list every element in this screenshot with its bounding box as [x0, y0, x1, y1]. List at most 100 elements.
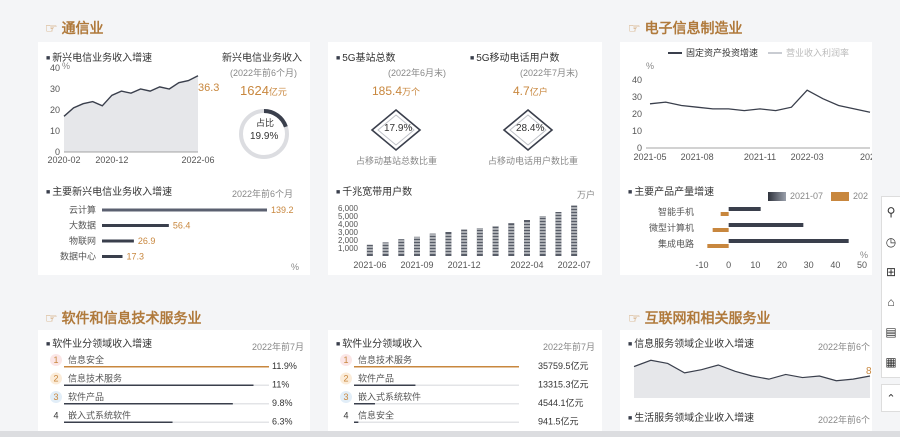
electronics-prod-chart: 智能手机微型计算机集成电路 -10 0 10 20 30 40 50: [649, 206, 867, 270]
area-fill: [64, 75, 198, 152]
telecom-growth-chart: 0102030402020-02 2020-12 2022-06: [47, 63, 214, 165]
software-income-rank: 1 信息技术服务 35759.5亿元 2 软件产品 13315.3亿元 3 嵌入式系统软件 45…: [340, 354, 589, 427]
software-growth-rank: 1 信息安全 11.9% 2 信息技术服务 11% 3 软件产品 9.8% 4 嵌入式系统软件 6.3…: [50, 354, 297, 427]
home-icon[interactable]: ⌂: [882, 287, 900, 317]
telecom-growth-end-label: 36.3: [198, 82, 220, 94]
rank-number: 1: [53, 355, 58, 365]
user-icon[interactable]: ⚲: [882, 197, 900, 227]
x-tick-label: 2022-06: [181, 155, 214, 165]
x-tick-label: 30: [804, 260, 814, 270]
rank-value-label: 13315.3亿元: [538, 379, 589, 390]
x-tick-label: 2022-03: [791, 152, 824, 162]
station-caption: 占移动基站总数比重: [356, 156, 438, 166]
internet-life-title: 生活服务领域企业收入增速: [628, 409, 754, 424]
y-tick-label: 10: [632, 126, 642, 136]
telecom-main-title: 主要新兴电信业务收入增速: [46, 183, 172, 198]
bar: [555, 212, 562, 256]
x-tick-label: 2020-02: [47, 155, 80, 165]
bar: [102, 224, 169, 227]
chevron-up-icon[interactable]: ⌃: [881, 384, 900, 412]
bar-value-label: 26.9: [138, 236, 156, 246]
telecom-main-period: 2022年前6个月: [232, 189, 294, 199]
rank-category-label: 软件产品: [68, 391, 104, 402]
horizontal-scrollbar[interactable]: [0, 431, 900, 437]
rank-number: 2: [53, 374, 58, 384]
x-tick-label: 2020-12: [95, 155, 128, 165]
x-tick-label: -10: [695, 260, 708, 270]
rank-value-label: 11.9%: [272, 361, 297, 371]
phone-period: (2022年7月末): [520, 68, 579, 78]
x-tick-label: 2021-11: [744, 152, 776, 162]
x-tick-label: 2021-06: [353, 260, 386, 270]
rank-number: 2: [343, 374, 348, 384]
rank-value-label: 11%: [272, 380, 289, 390]
rank-bar: [354, 403, 375, 405]
plus-box-icon[interactable]: ⊞: [882, 257, 900, 287]
x-tick-label: 2021-09: [400, 260, 433, 270]
grid-icon[interactable]: ▦: [882, 347, 900, 377]
pointing-hand-icon: ☞: [45, 19, 58, 36]
rank-bar: [64, 421, 173, 423]
bar-category-label: 物联网: [69, 235, 96, 246]
station-period: (2022年6月末): [388, 68, 447, 78]
y-tick-label: 5,000: [338, 212, 359, 221]
rank-category-label: 信息技术服务: [358, 354, 412, 365]
y-tick-label: 40: [50, 63, 60, 73]
x-tick-label: 2022-07: [558, 260, 591, 270]
x-tick-label: 10: [750, 260, 760, 270]
software-income-title: 软件业分领域收入: [336, 335, 422, 350]
x-tick-label: 2021-05: [633, 152, 666, 162]
y-tick-label: 20: [632, 109, 642, 119]
rank-number: 3: [343, 392, 348, 402]
station-value: 185.4万个: [372, 84, 421, 98]
rank-category-label: 软件产品: [358, 373, 394, 384]
software-growth-title: 软件业分领域收入增速: [46, 335, 152, 350]
bar-category-label: 集成电路: [658, 238, 694, 249]
bar: [102, 208, 267, 212]
rank-category-label: 信息安全: [358, 410, 394, 421]
bar-series-b: [707, 244, 729, 248]
bar-series-b: [712, 228, 729, 232]
telecom-main-bars: 云计算 139.2 大数据 56.4 物联网 26.9 数据中心 17.3: [60, 204, 294, 262]
pointing-hand-icon: ☞: [45, 309, 58, 326]
section-title-internet: ☞ 互联网和相关服务业: [628, 309, 771, 327]
rank-category-label: 信息安全: [68, 354, 104, 365]
telecom-income-period: (2022年前6个月): [230, 68, 298, 78]
rank-number: 3: [53, 392, 58, 402]
bar-value-label: 139.2: [271, 205, 294, 215]
list-icon[interactable]: ▤: [882, 317, 900, 347]
rank-category-label: 嵌入式系统软件: [358, 391, 421, 402]
telecom-income-value: 1624亿元: [240, 83, 287, 98]
bar-series-a: [728, 207, 761, 211]
telecom-ratio-value: 19.9%: [250, 131, 279, 142]
y-tick-label: 30: [632, 92, 642, 102]
station-title: 5G基站总数: [336, 49, 395, 64]
telecom-income-title: 新兴电信业务收入: [222, 53, 302, 64]
y-tick-label: 6,000: [338, 204, 359, 213]
rank-value-label: 6.3%: [272, 417, 293, 427]
y-tick-label: 10: [50, 126, 60, 136]
bar-value-label: 56.4: [173, 221, 191, 231]
bar-category-label: 云计算: [69, 204, 96, 215]
y-tick-label: 2,000: [338, 236, 359, 245]
x-tick-label: 50: [857, 260, 867, 270]
y-tick-label: 30: [50, 84, 60, 94]
telecom-ratio-label: 占比: [256, 118, 275, 128]
x-tick-label: 2021-08: [681, 152, 714, 162]
rank-number: 4: [343, 411, 348, 421]
rank-value-label: 35759.5亿元: [538, 360, 589, 371]
x-tick-label: 2022-04: [510, 260, 543, 270]
phone-caption: 占移动电话用户数比重: [488, 156, 579, 166]
clock-icon[interactable]: ◷: [882, 227, 900, 257]
station-share: 17.9%: [384, 123, 413, 134]
rank-bar: [64, 366, 269, 368]
bar-category-label: 智能手机: [658, 206, 694, 217]
rank-number: 1: [343, 355, 348, 365]
rank-category-label: 信息技术服务: [68, 373, 122, 384]
bar-value-label: 17.3: [127, 252, 145, 262]
x-tick-label: 40: [830, 260, 840, 270]
rank-value-label: 941.5亿元: [538, 416, 579, 427]
internet-info-title: 信息服务领域企业收入增速: [628, 335, 754, 350]
bar: [102, 239, 134, 243]
rank-bar: [64, 384, 254, 386]
